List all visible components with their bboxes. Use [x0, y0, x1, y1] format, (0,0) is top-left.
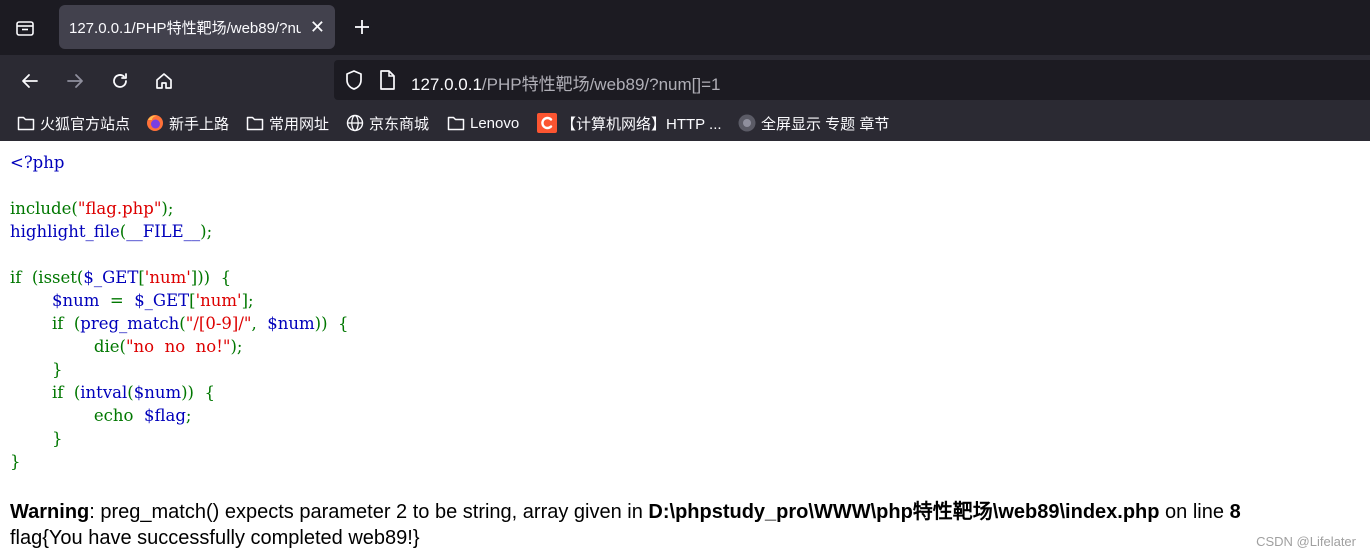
bookmark-common-sites[interactable]: 常用网址 — [245, 105, 329, 141]
forward-arrow-icon[interactable] — [62, 68, 88, 94]
shield-icon[interactable] — [344, 69, 364, 96]
code-line: if (intval($num)) { — [10, 383, 215, 402]
code-line: <?php — [10, 153, 64, 172]
code-token-keyword: ); — [200, 222, 213, 241]
code-token-keyword: include( — [10, 199, 78, 218]
page-icon[interactable] — [378, 69, 396, 96]
code-token-keyword: ])) { — [190, 268, 232, 287]
code-line: } — [10, 429, 63, 448]
warning-text: : preg_match() expects parameter 2 to be… — [89, 501, 649, 523]
bookmark-jd-mall[interactable]: 京东商城 — [345, 105, 429, 141]
url-path: /PHP特性靶场/web89/?num[]=1 — [481, 75, 721, 94]
folder-icon — [16, 113, 36, 133]
code-token-keyword: ]; — [241, 291, 254, 310]
code-line: } — [10, 360, 63, 379]
code-token-keyword: } — [10, 452, 21, 471]
bookmark-getting-started[interactable]: 新手上路 — [145, 105, 229, 141]
code-line: } — [10, 452, 21, 471]
reload-icon[interactable] — [107, 68, 133, 94]
bookmark-fullscreen-topic[interactable]: 全屏显示 专题 章节 — [737, 105, 889, 141]
code-token-default: __FILE__ — [126, 222, 201, 241]
code-token-keyword: echo — [10, 406, 144, 425]
php-source-code: <?php include("flag.php"); highlight_fil… — [10, 151, 349, 473]
code-token-keyword: } — [10, 360, 63, 379]
code-token-default: preg_match — [80, 314, 180, 333]
code-token-keyword: ); — [230, 337, 243, 356]
code-token-keyword: , — [251, 314, 268, 333]
code-token-keyword: )) { — [181, 383, 215, 402]
tab-overview-icon[interactable] — [12, 16, 38, 40]
home-icon[interactable] — [151, 68, 177, 94]
bookmark-label: 【计算机网络】HTTP ... — [561, 115, 722, 133]
code-token-string: 'num' — [195, 291, 242, 310]
code-token-default: $flag — [143, 406, 186, 425]
code-token-keyword: ); — [161, 199, 174, 218]
navigation-bar: 127.0.0.1/PHP特性靶场/web89/?num[]=1 — [0, 55, 1370, 105]
bookmark-label: 常用网址 — [269, 115, 330, 133]
code-line: if (isset($_GET['num'])) { — [10, 268, 231, 287]
code-line: echo $flag; — [10, 406, 192, 425]
tab-title: 127.0.0.1/PHP特性靶场/web89/?num[]=1 — [69, 19, 301, 37]
bookmark-label: 京东商城 — [369, 115, 430, 133]
firefox-icon — [145, 113, 165, 133]
code-token-keyword: if ( — [10, 383, 81, 402]
warning-label: Warning — [10, 501, 90, 523]
code-token-default: $_GET — [134, 291, 190, 310]
code-token-keyword: )) { — [314, 314, 349, 333]
new-tab-icon[interactable] — [350, 15, 374, 39]
warning-line-number: 8 — [1229, 501, 1241, 523]
folder-icon — [245, 113, 265, 133]
bookmark-lenovo[interactable]: Lenovo — [446, 105, 519, 141]
code-token-default: $num — [267, 314, 315, 333]
code-token-default: $num — [133, 383, 182, 402]
tab-bar: 127.0.0.1/PHP特性靶场/web89/?num[]=1 ✕ — [0, 0, 1370, 55]
code-token-string: "no no no!" — [125, 337, 231, 356]
code-line: $num = $_GET['num']; — [10, 291, 254, 310]
bookmark-label: Lenovo — [470, 114, 520, 132]
code-token-keyword: die( — [10, 337, 126, 356]
back-arrow-icon[interactable] — [17, 68, 43, 94]
warning-file-path: D:\phpstudy_pro\WWW\php特性靶场\web89\index.… — [648, 501, 1160, 523]
code-token-default: highlight_file — [10, 222, 120, 241]
code-token-keyword: = — [109, 291, 135, 310]
bookmark-label: 全屏显示 专题 章节 — [761, 115, 890, 133]
bookmark-huohu-official[interactable]: 火狐官方站点 — [16, 105, 130, 141]
site-icon — [737, 113, 757, 133]
globe-icon — [345, 113, 365, 133]
url-bar[interactable]: 127.0.0.1/PHP特性靶场/web89/?num[]=1 — [334, 60, 1370, 100]
bookmark-label: 火狐官方站点 — [40, 115, 131, 133]
code-token-default: <?php — [10, 153, 65, 172]
code-line: include("flag.php"); — [10, 199, 173, 218]
code-token-keyword: } — [10, 429, 63, 448]
code-token-string: "flag.php" — [77, 199, 162, 218]
code-token-default: $num — [10, 291, 110, 310]
url-host: 127.0.0.1 — [411, 75, 482, 94]
bookmark-computer-network-http[interactable]: 【计算机网络】HTTP ... — [537, 105, 722, 141]
code-token-string: 'num' — [144, 268, 191, 287]
warning-on-line: on line — [1159, 501, 1230, 523]
php-warning-message: Warning: preg_match() expects parameter … — [10, 500, 1241, 524]
code-token-keyword: if (isset( — [10, 268, 84, 287]
code-line: highlight_file(__FILE__); — [10, 222, 212, 241]
code-token-keyword: ; — [185, 406, 192, 425]
folder-icon — [446, 113, 466, 133]
csdn-icon — [537, 113, 557, 133]
code-token-default: $_GET — [83, 268, 139, 287]
code-token-default: intval — [80, 383, 128, 402]
bookmark-label: 新手上路 — [169, 115, 230, 133]
page-content: <?php include("flag.php"); highlight_fil… — [0, 141, 1370, 557]
flag-output: flag{You have successfully completed web… — [10, 527, 420, 549]
tab-active[interactable]: 127.0.0.1/PHP特性靶场/web89/?num[]=1 ✕ — [59, 5, 335, 49]
csdn-watermark: CSDN @Lifelater — [1256, 534, 1356, 549]
code-token-keyword: if ( — [10, 314, 81, 333]
bookmarks-toolbar: 火狐官方站点 新手上路 常用网址 京东商城 Lenovo 【计算机网络】HTTP… — [0, 105, 1370, 141]
code-line: if (preg_match("/[0-9]/", $num)) { — [10, 314, 349, 333]
close-tab-icon[interactable]: ✕ — [310, 18, 325, 36]
url-text[interactable]: 127.0.0.1/PHP特性靶场/web89/?num[]=1 — [411, 70, 720, 95]
code-line: die("no no no!"); — [10, 337, 243, 356]
code-token-string: "/[0-9]/" — [185, 314, 252, 333]
